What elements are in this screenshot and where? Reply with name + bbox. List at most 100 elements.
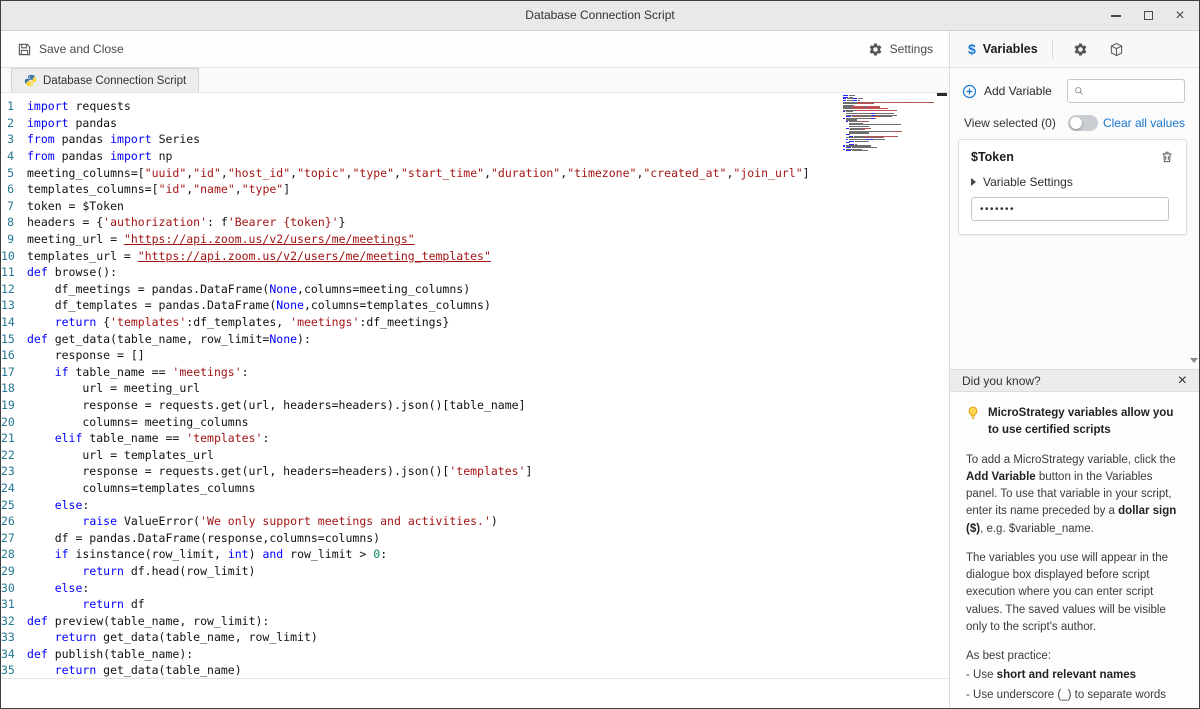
scrollbar-thumb[interactable]: [937, 93, 947, 96]
tab-database-connection-script[interactable]: Database Connection Script: [11, 68, 200, 92]
horizontal-scrollbar[interactable]: [1, 678, 949, 708]
code-text: columns=templates_columns: [27, 480, 256, 495]
packages-button[interactable]: [1103, 36, 1131, 62]
search-box[interactable]: [1067, 79, 1185, 103]
code-line[interactable]: 10 templates_url = "https://api.zoom.us/v…: [1, 247, 949, 264]
line-number: 20: [1, 414, 15, 429]
code-line[interactable]: 32 def preview(table_name, row_limit):: [1, 612, 949, 629]
code-line[interactable]: 3 from pandas import Series: [1, 131, 949, 148]
close-did-you-know-button[interactable]: ×: [1178, 372, 1187, 389]
code-line[interactable]: 22 url = templates_url: [1, 446, 949, 463]
best-practice-list: - Use short and relevant names - Use unde…: [966, 667, 1183, 704]
script-settings-button[interactable]: [1067, 36, 1095, 62]
clear-all-values-link[interactable]: Clear all values: [1103, 116, 1185, 130]
code-line[interactable]: 4 from pandas import np: [1, 148, 949, 165]
code-line[interactable]: 27 df = pandas.DataFrame(response,column…: [1, 529, 949, 546]
save-and-close-label: Save and Close: [39, 42, 124, 56]
maximize-button[interactable]: [1137, 5, 1159, 27]
code-text: else:: [54, 497, 90, 512]
code-text: return get_data(table_name): [54, 663, 242, 678]
headline-text: MicroStrategy variables allow you to use…: [988, 407, 1174, 437]
code-editor[interactable]: 1 import requests 2 import pandas 3 from pand…: [1, 93, 949, 678]
code-line[interactable]: 31 return df: [1, 596, 949, 613]
code-line[interactable]: 23 response = requests.get(url, headers=…: [1, 463, 949, 480]
code-line[interactable]: 29 return df.head(row_limit): [1, 563, 949, 580]
right-panel-header: $ Variables: [949, 31, 1199, 68]
code-line[interactable]: 25 else:: [1, 496, 949, 513]
code-line[interactable]: 6 templates_columns=["id","name","type"]: [1, 181, 949, 198]
code-text: token = $Token: [27, 198, 124, 213]
save-and-close-button[interactable]: Save and Close: [13, 38, 128, 61]
code-line[interactable]: 35 return get_data(table_name): [1, 662, 949, 678]
search-input[interactable]: [1089, 84, 1178, 98]
code-text: return df.head(row_limit): [82, 563, 256, 578]
line-number: 15: [1, 331, 15, 346]
minimize-icon: [1111, 14, 1121, 17]
titlebar: Database Connection Script ×: [1, 1, 1199, 31]
panel-scrollbar[interactable]: [1189, 72, 1198, 363]
best-practice-item: - Use underscore (_) to separate words: [966, 688, 1167, 701]
code-line[interactable]: 18 url = meeting_url: [1, 380, 949, 397]
code-line[interactable]: 21 elif table_name == 'templates':: [1, 430, 949, 447]
editor-column: Database Connection Script 1 import reque…: [1, 68, 949, 708]
tabstrip: Database Connection Script: [1, 68, 949, 93]
view-selected-toggle[interactable]: [1067, 115, 1098, 131]
code-line[interactable]: 26 raise ValueError('We only support mee…: [1, 513, 949, 530]
code-text: def publish(table_name):: [27, 646, 194, 661]
settings-label: Settings: [889, 42, 933, 56]
code-line[interactable]: 1 import requests: [1, 98, 949, 115]
code-line[interactable]: 19 response = requests.get(url, headers=…: [1, 397, 949, 414]
python-icon: [24, 74, 37, 87]
scroll-down-arrow-icon[interactable]: [1190, 358, 1198, 363]
code-line[interactable]: 16 response = []: [1, 347, 949, 364]
best-practice-item: - Use short and relevant names: [966, 669, 1136, 682]
code-line[interactable]: 7 token = $Token: [1, 198, 949, 215]
variables-section: Add Variable View selected (0) Clear all…: [950, 68, 1199, 369]
variable-value-input[interactable]: •••••••: [971, 197, 1169, 221]
trash-icon[interactable]: [1160, 150, 1174, 164]
line-number: 32: [1, 613, 15, 628]
variable-settings-expander[interactable]: Variable Settings: [959, 164, 1186, 189]
code-line[interactable]: 9 meeting_url = "https://api.zoom.us/v2/u…: [1, 231, 949, 248]
code-line[interactable]: 17 if table_name == 'meetings':: [1, 364, 949, 381]
add-variable-button[interactable]: Add Variable: [962, 84, 1052, 99]
code-line[interactable]: 15 def get_data(table_name, row_limit=Non…: [1, 330, 949, 347]
settings-button[interactable]: Settings: [864, 38, 937, 61]
app-window: Database Connection Script × Save and Cl…: [0, 0, 1200, 709]
code-line[interactable]: 20 columns= meeting_columns: [1, 413, 949, 430]
code-line[interactable]: 8 headers = {'authorization': f'Bearer {t…: [1, 214, 949, 231]
code-line[interactable]: 12 df_meetings = pandas.DataFrame(None,c…: [1, 281, 949, 298]
line-number: 3: [7, 132, 14, 147]
code-line[interactable]: 2 import pandas: [1, 115, 949, 132]
code-text: df_meetings = pandas.DataFrame(None,colu…: [27, 281, 471, 296]
code-text: def preview(table_name, row_limit):: [27, 613, 270, 628]
minimize-button[interactable]: [1105, 5, 1127, 27]
code-line[interactable]: 28 if isinstance(row_limit, int) and row…: [1, 546, 949, 563]
close-button[interactable]: ×: [1169, 5, 1191, 27]
code-line[interactable]: 14 return {'templates':df_templates, 'me…: [1, 314, 949, 331]
code-line[interactable]: 24 columns=templates_columns: [1, 480, 949, 497]
code-line[interactable]: 30 else:: [1, 579, 949, 596]
line-number: 2: [7, 115, 14, 130]
variable-settings-label: Variable Settings: [983, 175, 1073, 189]
line-number: 34: [1, 646, 15, 661]
code-text: def browse():: [27, 265, 118, 280]
code-line[interactable]: 13 df_templates = pandas.DataFrame(None,…: [1, 297, 949, 314]
view-selected-row: View selected (0) Clear all values: [964, 115, 1185, 131]
variable-card: $Token Variable Settings •••••••: [958, 139, 1187, 235]
line-number: 30: [1, 580, 15, 595]
code-line[interactable]: 33 return get_data(table_name, row_limit…: [1, 629, 949, 646]
code-text: from pandas import Series: [27, 132, 201, 147]
did-you-know-header: Did you know? ×: [950, 369, 1199, 392]
tab-variables[interactable]: $ Variables: [968, 41, 1038, 57]
code-text: headers = {'authorization': f'Bearer {to…: [27, 215, 346, 230]
code-line[interactable]: 34 def publish(table_name):: [1, 646, 949, 663]
code-text: templates_url = "https://api.zoom.us/v2/…: [27, 248, 491, 263]
line-number: 22: [1, 447, 15, 462]
minimap[interactable]: [843, 95, 935, 155]
tab-label: Database Connection Script: [43, 74, 187, 87]
code-line[interactable]: 11 def browse():: [1, 264, 949, 281]
code-line[interactable]: 5 meeting_columns=["uuid","id","host_id",…: [1, 164, 949, 181]
line-number: 26: [1, 514, 15, 529]
toggle-knob: [1069, 117, 1082, 129]
